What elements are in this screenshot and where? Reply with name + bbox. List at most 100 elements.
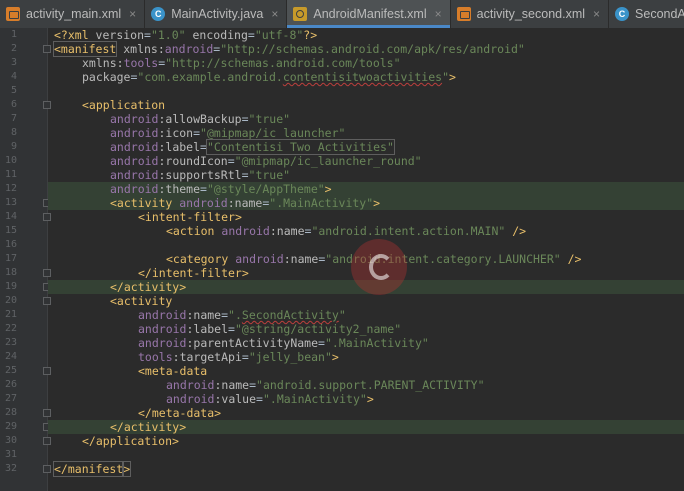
code-line: android:label="@string/activity2_name" bbox=[48, 322, 684, 336]
tag-close: > bbox=[172, 434, 179, 448]
code-line: android:icon="@mipmap/ic_launcher" bbox=[48, 126, 684, 140]
attr-value: "Contentisi Two Activities" bbox=[205, 139, 395, 155]
java-class-icon: C bbox=[615, 7, 630, 21]
code-line-highlighted: <activity android:name=".MainActivity"> bbox=[48, 196, 684, 210]
tag-close: > bbox=[179, 280, 187, 294]
attr-value: "http://schemas.android.com/apk/res/andr… bbox=[220, 42, 525, 56]
line-number-gutter: 1 2 3 4 5 6 7 8 9 10 11 12 13 14 15 16 1… bbox=[0, 28, 51, 491]
line-number: 11 bbox=[4, 169, 17, 180]
tab-label: activity_second.xml bbox=[476, 7, 586, 21]
tab-label: AndroidManifest.xml bbox=[313, 7, 427, 21]
equals: = bbox=[241, 112, 249, 126]
attr-name: name bbox=[193, 308, 222, 322]
colon: : bbox=[283, 252, 291, 266]
attr-name: package bbox=[82, 70, 131, 84]
attr-value: "utf-8" bbox=[254, 28, 304, 42]
pi-open: <?xml bbox=[54, 28, 89, 42]
code-line: package="com.example.android.contentisit… bbox=[48, 70, 684, 84]
code-line: android:name=".SecondActivity" bbox=[48, 308, 684, 322]
tag-open: <application bbox=[82, 98, 166, 112]
line-number: 5 bbox=[10, 85, 17, 96]
code-line: <meta-data bbox=[48, 364, 684, 378]
code-line: </meta-data> bbox=[48, 406, 684, 420]
attr-name: theme bbox=[165, 182, 201, 196]
line-number: 14 bbox=[4, 211, 17, 222]
tag-close: /> bbox=[560, 252, 582, 266]
attr-value: "@mipmap/ic_launcher_round" bbox=[234, 154, 422, 168]
line-number: 13 bbox=[4, 197, 17, 208]
attr-name: icon bbox=[165, 126, 194, 140]
attr-name: allowBackup bbox=[165, 112, 242, 126]
namespace: android bbox=[110, 168, 159, 182]
tab-activity-main-xml[interactable]: activity_main.xml × bbox=[0, 0, 146, 28]
attr-value: " bbox=[338, 308, 346, 322]
tab-label: activity_main.xml bbox=[26, 7, 122, 21]
line-number: 31 bbox=[4, 449, 17, 460]
attr-name: label bbox=[193, 322, 229, 336]
equals: = bbox=[227, 154, 235, 168]
line-number: 24 bbox=[4, 351, 17, 362]
code-line-highlighted: android:theme="@style/AppTheme"> bbox=[48, 182, 684, 196]
attr-value: "true" bbox=[248, 112, 291, 126]
code-line: <manifest xmlns:android="http://schemas.… bbox=[48, 41, 684, 57]
xml-file-icon bbox=[6, 7, 20, 21]
tag-open: <category bbox=[166, 252, 229, 266]
line-number: 23 bbox=[4, 337, 17, 348]
attr-name: name bbox=[290, 252, 319, 266]
code-line: <activity bbox=[48, 294, 684, 308]
tag-close: > bbox=[373, 196, 381, 210]
equals: = bbox=[144, 28, 151, 42]
tab-second-activity-java[interactable]: C SecondActi bbox=[609, 0, 684, 28]
close-icon[interactable]: × bbox=[435, 7, 442, 21]
tag-close-element: </intent-filter bbox=[138, 266, 242, 280]
line-number: 32 bbox=[4, 463, 17, 474]
code-line: android:allowBackup="true" bbox=[48, 112, 684, 126]
code-line: <intent-filter> bbox=[48, 210, 684, 224]
equals: = bbox=[241, 350, 249, 364]
attr-name: encoding bbox=[185, 28, 248, 42]
colon: : bbox=[172, 350, 180, 364]
attr-name: name bbox=[221, 378, 250, 392]
line-number: 19 bbox=[4, 281, 17, 292]
equals: = bbox=[247, 28, 255, 42]
tag-close-element: </activity bbox=[110, 280, 180, 294]
namespace: android bbox=[138, 308, 187, 322]
tab-label: MainActivity.java bbox=[171, 7, 264, 21]
code-editor[interactable]: <?xml version="1.0" encoding="utf-8"?> <… bbox=[48, 28, 684, 491]
tag-open: <action bbox=[166, 224, 215, 238]
close-icon[interactable]: × bbox=[271, 7, 278, 21]
tag-close: > bbox=[179, 420, 187, 434]
namespace: android bbox=[214, 224, 270, 238]
tab-android-manifest-xml[interactable]: AndroidManifest.xml × bbox=[287, 0, 451, 28]
attr-name: supportsRtl bbox=[165, 168, 242, 182]
close-icon[interactable]: × bbox=[129, 7, 136, 21]
equals: = bbox=[249, 378, 257, 392]
tab-activity-second-xml[interactable]: activity_second.xml × bbox=[451, 0, 610, 28]
code-line: </application> bbox=[48, 434, 684, 448]
namespace: android bbox=[166, 392, 215, 406]
namespace: tools bbox=[123, 56, 159, 70]
tag-open: <intent-filter bbox=[138, 210, 235, 224]
line-number: 4 bbox=[10, 71, 17, 82]
tab-main-activity-java[interactable]: C MainActivity.java × bbox=[145, 0, 288, 28]
code-line: android:roundIcon="@mipmap/ic_launcher_r… bbox=[48, 154, 684, 168]
close-icon[interactable]: × bbox=[593, 7, 600, 21]
tag-close: > bbox=[234, 210, 242, 224]
colon: : bbox=[157, 42, 165, 56]
equals: = bbox=[200, 140, 207, 154]
code-line: </manifest> bbox=[48, 461, 684, 477]
line-number: 27 bbox=[4, 393, 17, 404]
colon: : bbox=[227, 196, 235, 210]
equals: = bbox=[256, 392, 263, 406]
code-line: <action android:name="android.intent.act… bbox=[48, 224, 684, 238]
attr-name: version bbox=[88, 28, 145, 42]
attr-value: "true" bbox=[248, 168, 291, 182]
equals: = bbox=[193, 126, 201, 140]
line-number: 15 bbox=[4, 225, 17, 236]
code-line: android:label="Contentisi Two Activities… bbox=[48, 139, 684, 155]
code-line: <application bbox=[48, 98, 684, 112]
tag-close: > bbox=[122, 461, 132, 477]
attr-name: roundIcon bbox=[165, 154, 228, 168]
attr-name: name bbox=[234, 196, 263, 210]
line-number: 28 bbox=[4, 407, 17, 418]
